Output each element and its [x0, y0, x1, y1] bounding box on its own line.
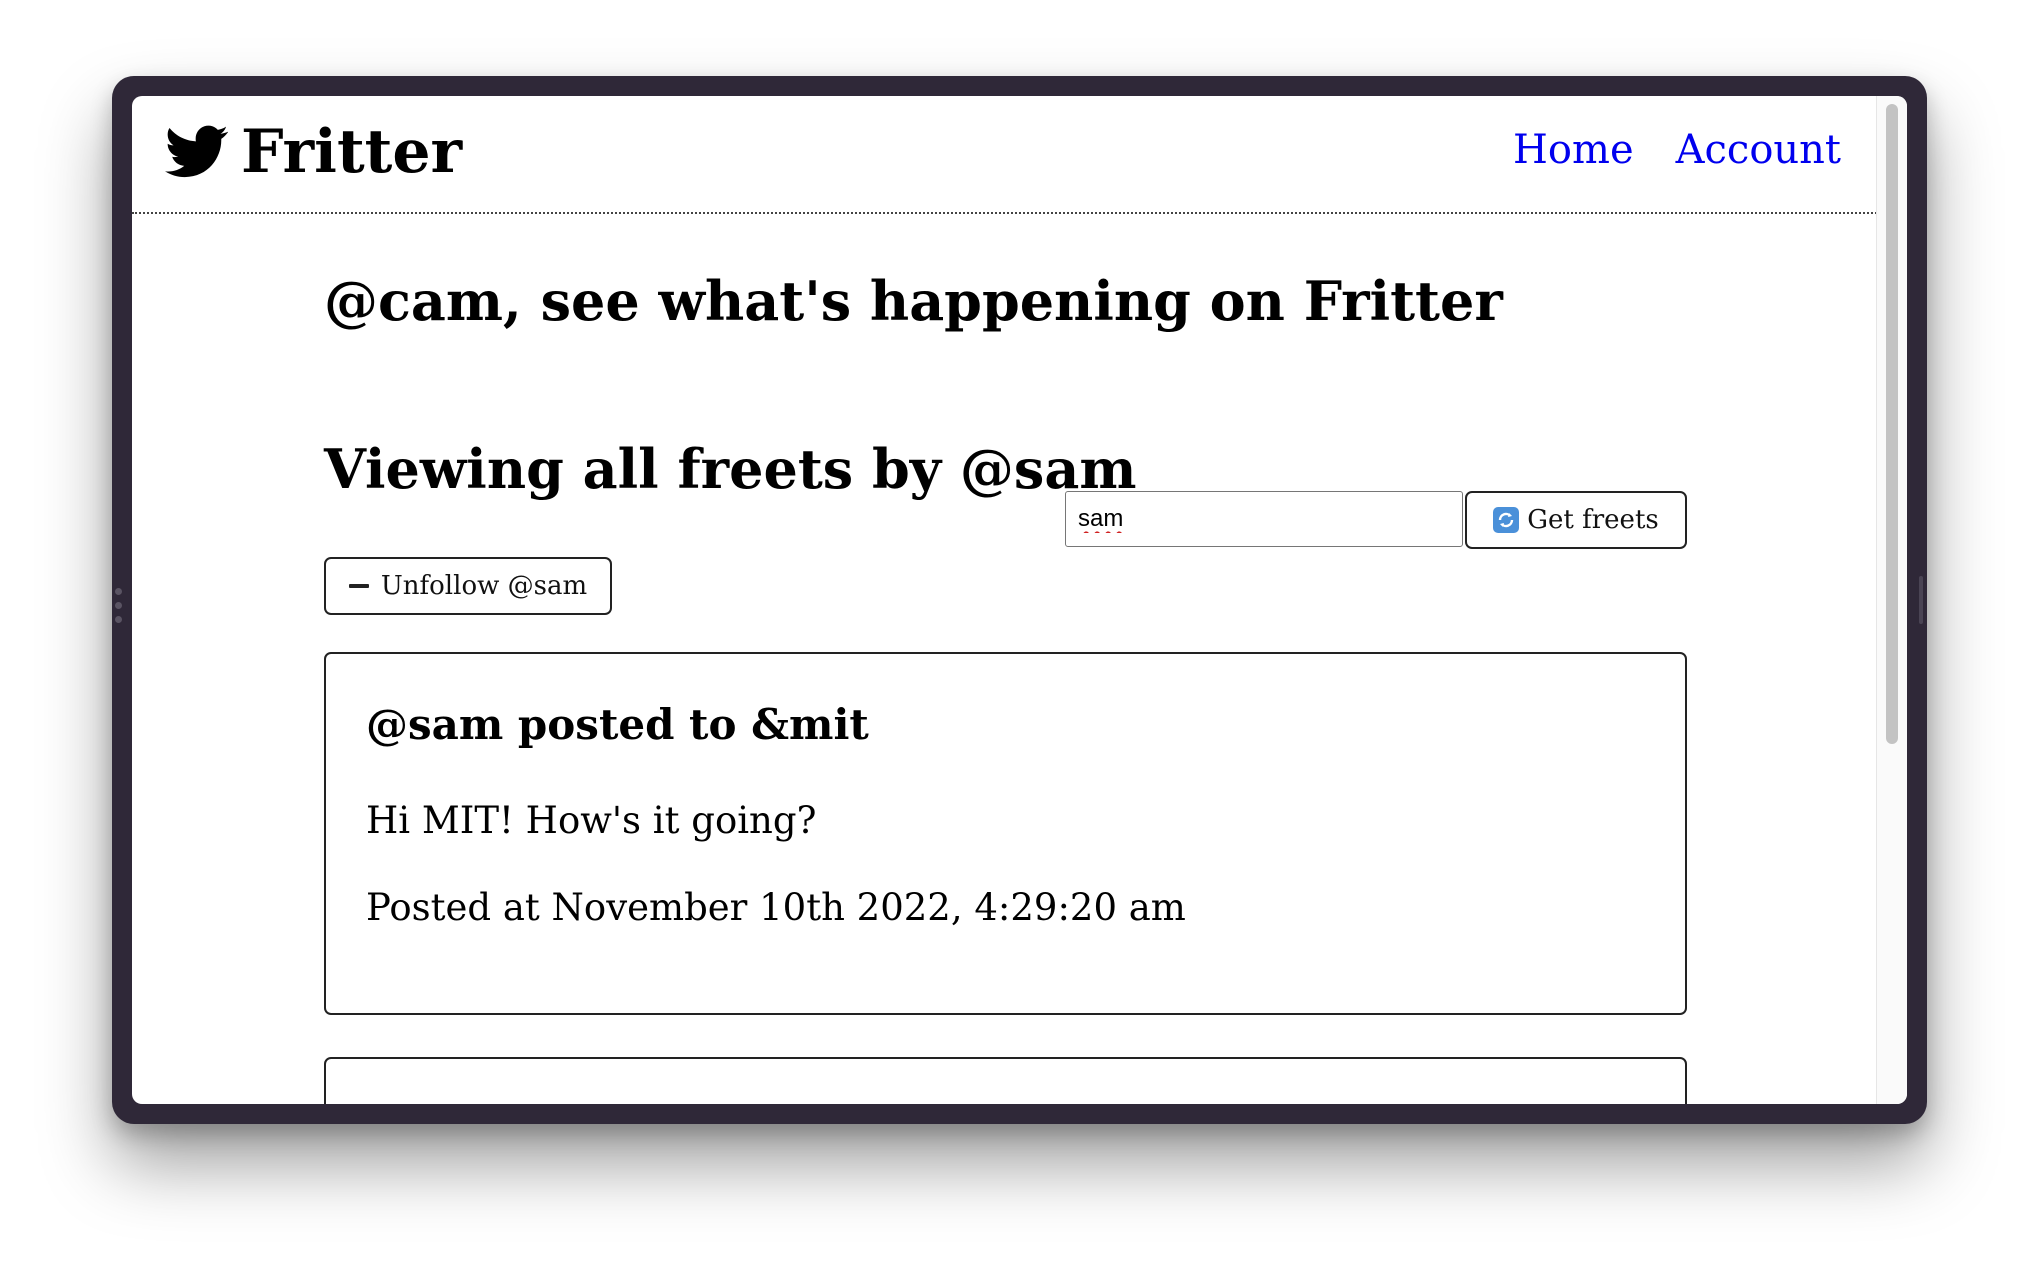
- bird-logo-icon: [165, 125, 228, 178]
- unfollow-label: Unfollow @sam: [380, 571, 588, 601]
- site-header: Fritter Home Account: [132, 96, 1877, 214]
- brand-name: Fritter: [241, 117, 463, 187]
- author-search-input[interactable]: [1065, 491, 1463, 547]
- freet-card: @sam posted to &mit Hi MIT! How's it goi…: [324, 652, 1687, 1015]
- scrollbar-thumb[interactable]: [1886, 104, 1898, 744]
- minus-icon: [348, 584, 369, 588]
- unfollow-button[interactable]: Unfollow @sam: [324, 557, 612, 615]
- freet-title: @sam posted to &mit: [366, 700, 869, 749]
- freet-date: Posted at November 10th 2022, 4:29:20 am: [366, 886, 1186, 929]
- brand-logo[interactable]: Fritter: [165, 122, 462, 182]
- page-content: Fritter Home Account @cam, see what's ha…: [132, 96, 1877, 1104]
- browser-viewport: Fritter Home Account @cam, see what's ha…: [132, 96, 1907, 1104]
- get-freets-button[interactable]: Get freets: [1465, 491, 1687, 549]
- device-frame: Fritter Home Account @cam, see what's ha…: [112, 76, 1927, 1124]
- freet-content: Hi MIT! How's it going?: [366, 799, 817, 842]
- main-nav: Home Account: [1513, 130, 1841, 170]
- nav-link-home[interactable]: Home: [1513, 130, 1634, 170]
- window-grip-dots: [115, 588, 125, 630]
- viewing-freets-heading: Viewing all freets by @sam: [324, 437, 1137, 501]
- window-side-handle: [1919, 576, 1923, 624]
- welcome-heading: @cam, see what's happening on Fritter: [324, 269, 1503, 333]
- vertical-scrollbar[interactable]: [1876, 96, 1907, 1104]
- freet-card: [324, 1057, 1687, 1104]
- get-freets-label: Get freets: [1527, 505, 1659, 535]
- nav-link-account[interactable]: Account: [1676, 130, 1841, 170]
- refresh-icon: [1493, 507, 1520, 533]
